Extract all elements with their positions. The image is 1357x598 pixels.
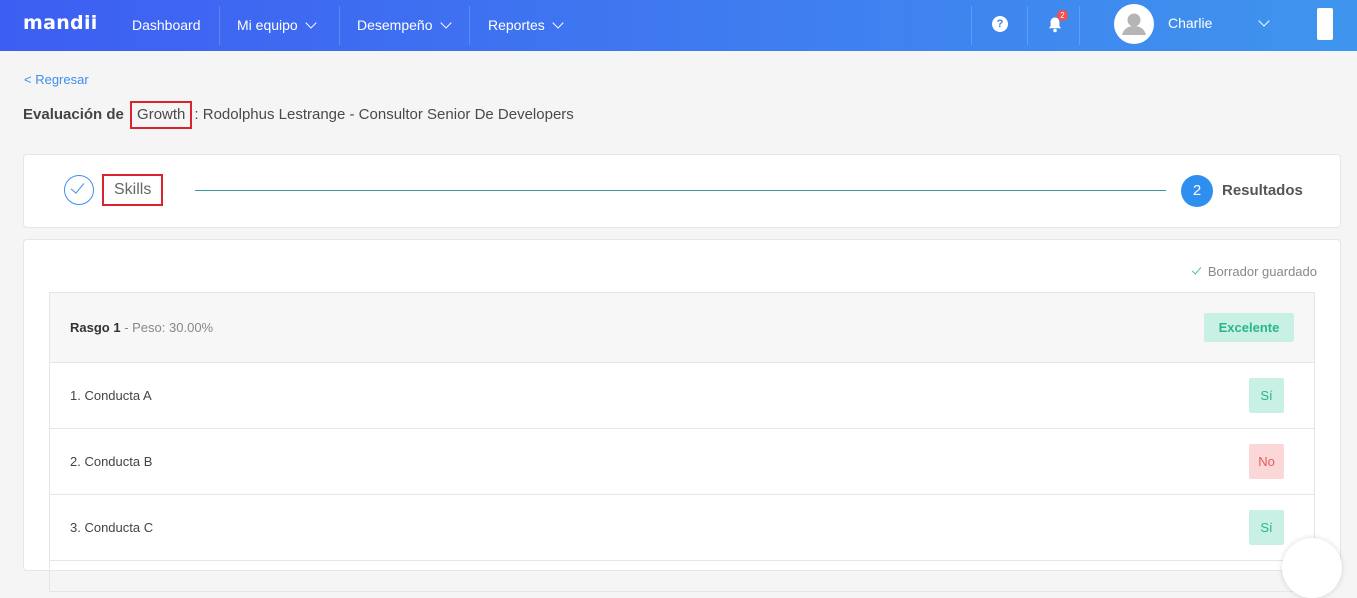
- step-skills[interactable]: Skills: [100, 174, 165, 206]
- behavior-label: 2. Conducta B: [70, 454, 153, 469]
- trait-weight-value: 30.00%: [169, 320, 214, 335]
- answer-yes-button[interactable]: Sí: [1249, 510, 1284, 545]
- draft-status-text: Borrador guardado: [1207, 264, 1317, 279]
- trait-header-row: Rasgo 1 - Peso: 30.00% Excelente: [50, 293, 1314, 363]
- answer-no-button[interactable]: No: [1249, 444, 1284, 479]
- trait-table: Rasgo 1 - Peso: 30.00% Excelente 1. Cond…: [49, 292, 1315, 592]
- nav-divider: [971, 6, 972, 45]
- table-row: 2. Conducta B No: [50, 429, 1314, 495]
- notification-badge: 2: [1057, 10, 1068, 21]
- trait-dash: -: [120, 320, 133, 335]
- step-resultados-label[interactable]: Resultados: [1222, 182, 1303, 199]
- nav-divider: [1079, 6, 1080, 45]
- evaluation-separator: :: [194, 106, 199, 123]
- evaluation-card: Borrador guardado Rasgo 1 - Peso: 30.00%…: [23, 239, 1341, 592]
- nav-desempeno[interactable]: Desempeño: [357, 0, 452, 51]
- brand-logo[interactable]: mandii: [23, 12, 98, 34]
- behavior-label: 3. Conducta C: [70, 520, 154, 535]
- avatar[interactable]: [1114, 4, 1154, 44]
- trait-rating-badge: Excelente: [1204, 313, 1294, 342]
- nav-divider: [219, 6, 220, 45]
- nav-mi-equipo[interactable]: Mi equipo: [237, 0, 317, 51]
- trait-weight-label: Peso:: [132, 320, 166, 335]
- evaluation-type: Growth: [130, 101, 193, 129]
- chevron-down-icon: [305, 17, 317, 29]
- help-icon[interactable]: ?: [992, 16, 1008, 32]
- trait-header-text: Rasgo 1 - Peso: 30.00%: [70, 320, 213, 335]
- nav-mi-equipo-label: Mi equipo: [237, 17, 298, 33]
- nav-dashboard-label: Dashboard: [132, 17, 201, 33]
- check-icon: [1191, 264, 1202, 275]
- nav-dashboard[interactable]: Dashboard: [132, 0, 201, 51]
- chevron-down-icon[interactable]: [1258, 15, 1270, 27]
- table-row: 1. Conducta A Sí: [50, 363, 1314, 429]
- step-skills-label: Skills: [102, 174, 164, 206]
- evaluation-subject: Rodolphus Lestrange - Consultor Senior D…: [202, 106, 574, 123]
- nav-desempeno-label: Desempeño: [357, 17, 433, 33]
- step-resultados-number[interactable]: 2: [1181, 175, 1213, 207]
- table-row: 3. Conducta C Sí: [50, 495, 1314, 561]
- nav-divider: [339, 6, 340, 45]
- evaluation-label: Evaluación de: [23, 106, 124, 123]
- user-name[interactable]: Charlie: [1168, 0, 1212, 47]
- back-link[interactable]: < Regresar: [24, 72, 89, 87]
- floating-action-button[interactable]: [1282, 538, 1342, 598]
- chevron-down-icon: [439, 17, 452, 29]
- step-connector: [195, 190, 1166, 191]
- draft-status: Borrador guardado: [1191, 264, 1317, 279]
- broken-image-icon[interactable]: [1317, 8, 1333, 40]
- behavior-label: 1. Conducta A: [70, 388, 152, 403]
- nav-divider: [1027, 6, 1028, 45]
- page-title: Evaluación de Growth: Rodolphus Lestrang…: [23, 101, 574, 129]
- trait-name: Rasgo 1: [70, 320, 121, 335]
- answer-yes-button[interactable]: Sí: [1249, 378, 1284, 413]
- nav-reportes-label: Reportes: [488, 17, 545, 33]
- chevron-down-icon: [552, 17, 564, 29]
- nav-reportes[interactable]: Reportes: [488, 0, 564, 51]
- check-icon: [64, 175, 94, 205]
- avatar-icon: [1122, 13, 1146, 35]
- nav-divider: [469, 6, 470, 45]
- top-navbar: mandii Dashboard Mi equipo Desempeño Rep…: [0, 0, 1357, 51]
- stepper: Skills 2 Resultados: [23, 154, 1341, 228]
